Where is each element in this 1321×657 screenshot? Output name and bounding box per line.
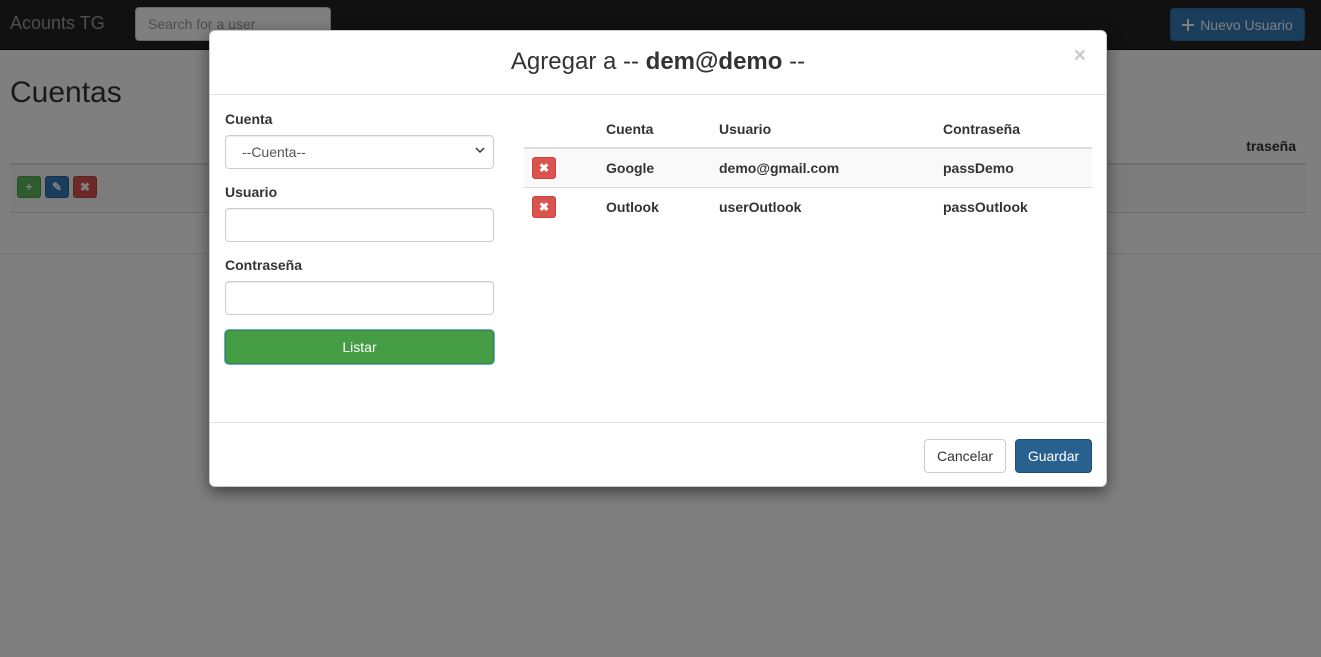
password-group: Contraseña [225, 257, 494, 315]
delete-account-button[interactable]: ✖ [532, 195, 556, 218]
usuario-group: Usuario [225, 184, 494, 242]
column-header-password: Contraseña [935, 111, 1092, 149]
row-actions: ✖ [524, 186, 598, 226]
password-input[interactable] [225, 281, 494, 315]
cuenta-label: Cuenta [225, 111, 273, 127]
accounts-table: Cuenta Usuario Contraseña ✖ Google demo@… [524, 111, 1092, 226]
modal-header: Agregar a -- dem@demo -- × [210, 31, 1106, 95]
title-sep-right: -- [789, 48, 806, 75]
cuenta-selected-value: --Cuenta-- [242, 144, 306, 160]
modal-footer: Cancelar Guardar [210, 422, 1106, 488]
title-user: dem@demo [645, 48, 783, 75]
cuenta-group: Cuenta --Cuenta-- [225, 111, 494, 169]
account-form: Cuenta --Cuenta-- Usuario Contraseña Lis… [225, 111, 494, 364]
close-icon: × [1073, 44, 1086, 67]
usuario-cell: userOutlook [711, 186, 935, 226]
chevron-down-icon [475, 147, 485, 154]
table-row: ✖ Outlook userOutlook passOutlook [524, 186, 1092, 226]
delete-account-button[interactable]: ✖ [532, 156, 556, 179]
add-account-modal: Agregar a -- dem@demo -- × Cuenta --Cuen… [209, 30, 1107, 487]
modal-title: Agregar a -- dem@demo -- [210, 48, 1106, 76]
password-cell: passDemo [935, 147, 1092, 187]
close-icon: ✖ [538, 199, 550, 214]
listar-button[interactable]: Listar [225, 330, 494, 364]
usuario-cell: demo@gmail.com [711, 147, 935, 187]
title-prefix: Agregar a [510, 48, 617, 75]
usuario-input[interactable] [225, 208, 494, 242]
column-header-actions [524, 111, 598, 149]
title-sep-left: -- [623, 48, 639, 75]
close-icon: ✖ [538, 160, 550, 175]
row-actions: ✖ [524, 147, 598, 187]
usuario-label: Usuario [225, 184, 278, 200]
save-button[interactable]: Guardar [1015, 439, 1092, 473]
table-row: ✖ Google demo@gmail.com passDemo [524, 147, 1092, 187]
cuenta-cell: Google [598, 147, 711, 187]
close-button[interactable]: × [1068, 44, 1092, 67]
table-header-row: Cuenta Usuario Contraseña [524, 111, 1092, 149]
column-header-usuario: Usuario [711, 111, 935, 149]
password-cell: passOutlook [935, 186, 1092, 226]
cuenta-select[interactable]: --Cuenta-- [225, 135, 494, 169]
column-header-cuenta: Cuenta [598, 111, 711, 149]
cancel-button[interactable]: Cancelar [924, 439, 1006, 473]
cuenta-cell: Outlook [598, 186, 711, 226]
password-label: Contraseña [225, 257, 303, 273]
